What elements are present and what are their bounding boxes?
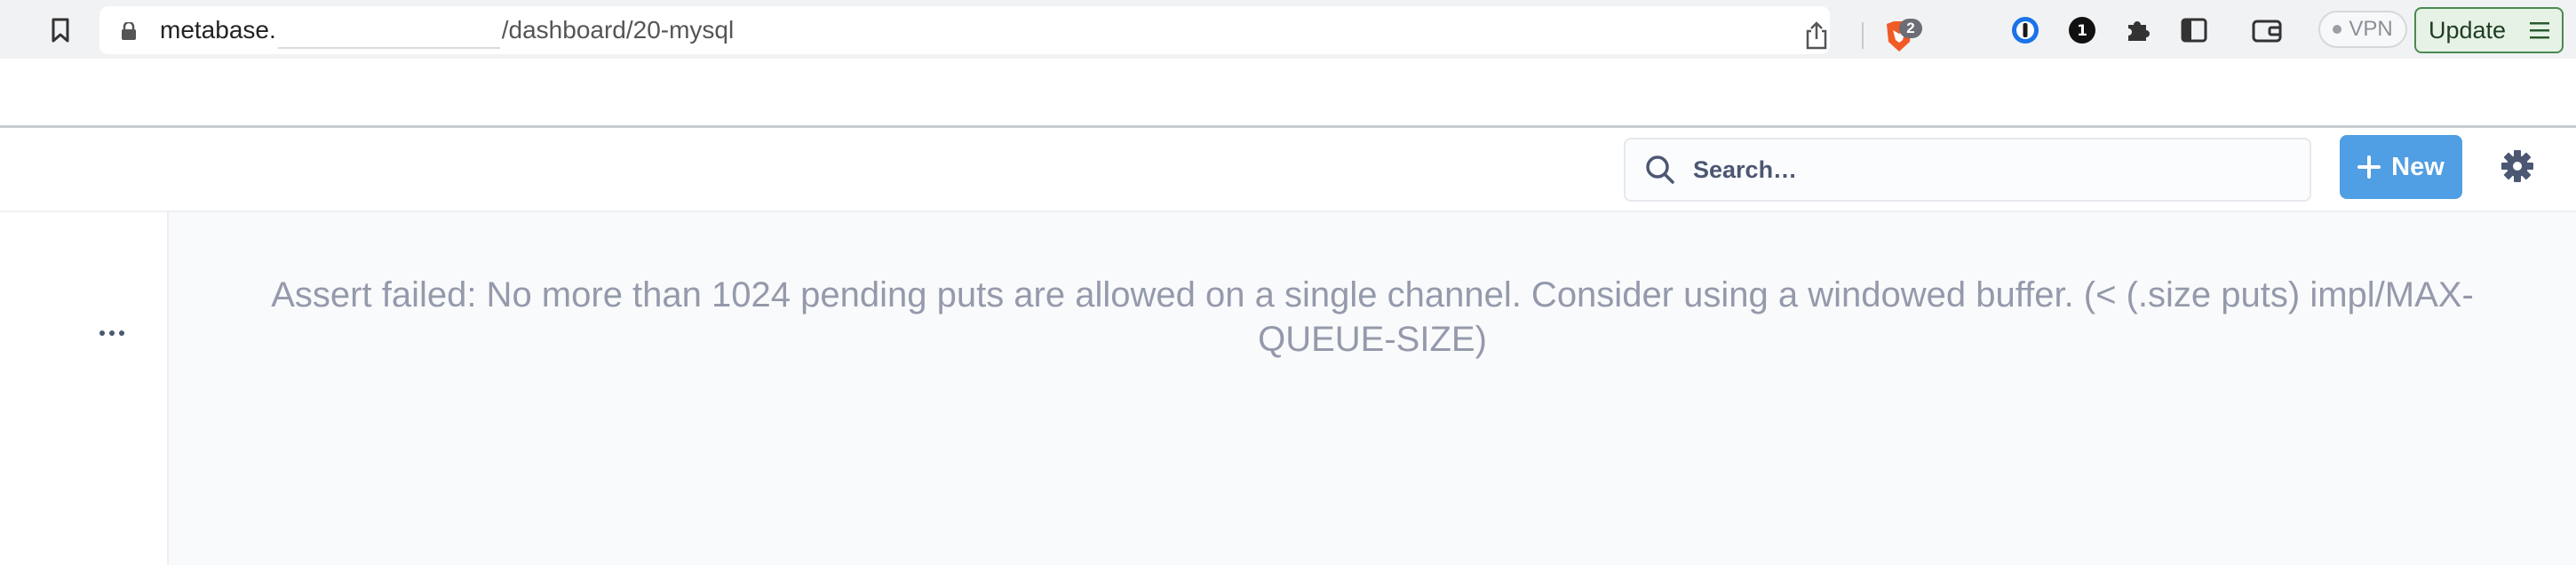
url-path: /dashboard/20-mysql (501, 16, 735, 44)
lock-icon (122, 22, 136, 40)
search-input[interactable] (1693, 155, 2297, 184)
update-label: Update (2429, 16, 2507, 44)
search-icon (1646, 155, 1674, 184)
browser-toolbar: metabase. /dashboard/20-mysql 2 1 VPN Upd… (0, 0, 2576, 59)
search-bar[interactable] (1624, 138, 2311, 202)
sidebar-toggle-icon[interactable] (2178, 14, 2210, 46)
vpn-status-dot (2333, 25, 2342, 34)
share-icon[interactable] (1803, 20, 1830, 51)
gear-icon (2501, 150, 2533, 182)
hamburger-menu-icon (2530, 22, 2549, 39)
vpn-button[interactable]: VPN (2318, 11, 2407, 48)
app-header: New (0, 131, 2576, 212)
extensions-puzzle-icon[interactable] (2121, 14, 2153, 46)
bookmark-icon[interactable] (46, 14, 75, 46)
new-button[interactable]: New (2340, 135, 2462, 199)
update-button[interactable]: Update (2414, 7, 2564, 53)
password-manager-icon[interactable] (2009, 14, 2041, 46)
plus-icon (2357, 155, 2381, 179)
dashboard-content: Assert failed: No more than 1024 pending… (169, 212, 2576, 565)
address-bar[interactable]: metabase. /dashboard/20-mysql 2 (99, 6, 1922, 54)
onepassword-icon[interactable]: 1 (2066, 14, 2098, 46)
settings-button[interactable] (2500, 148, 2535, 184)
url-text[interactable]: metabase. /dashboard/20-mysql (160, 6, 734, 54)
more-options-icon[interactable] (99, 328, 128, 338)
error-message: Assert failed: No more than 1024 pending… (271, 275, 2474, 359)
url-host: metabase. (160, 16, 276, 44)
url-redacted-segment (277, 14, 500, 49)
svg-text:1: 1 (2077, 22, 2087, 40)
left-panel (0, 212, 169, 565)
vpn-label: VPN (2349, 17, 2393, 41)
page-top-bar (0, 59, 2576, 128)
new-button-label: New (2391, 152, 2445, 181)
wallet-icon[interactable] (2251, 14, 2283, 46)
url-separator (1862, 22, 1864, 49)
brave-shield-badge: 2 (1899, 19, 1922, 38)
